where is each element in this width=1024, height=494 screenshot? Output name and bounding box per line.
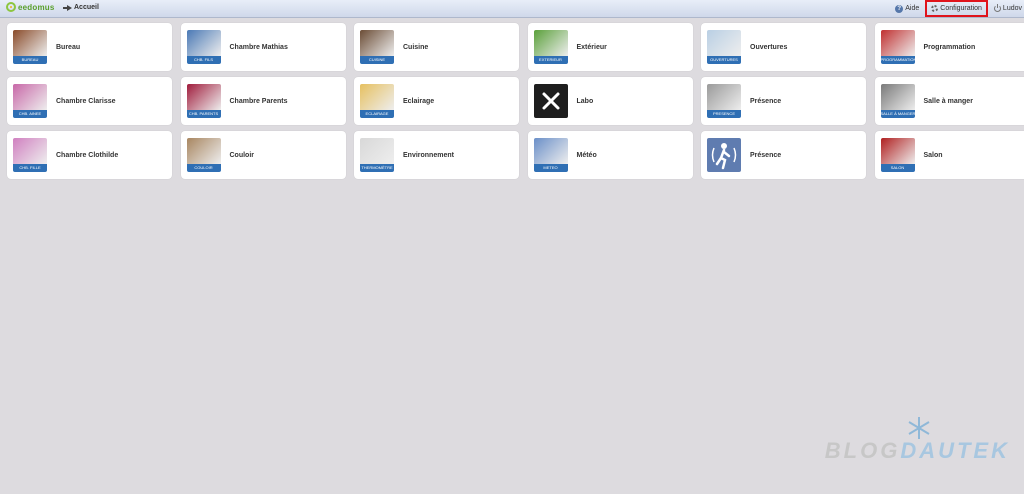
dining-icon: SALLE À MANGER: [880, 84, 915, 118]
desk-icon: BUREAU: [13, 30, 47, 64]
arrow-right-icon: [63, 4, 72, 11]
bed-icon: CHB. AINEE: [13, 84, 47, 118]
tile-icon-caption: CHB. FILS: [186, 56, 221, 64]
room-tile[interactable]: SALON Salon: [874, 131, 1024, 179]
room-tile[interactable]: ECLAIRAGE Eclairage: [354, 77, 519, 125]
room-tile-label: Salle à manger: [923, 97, 973, 105]
room-tile-label: Chambre Clothilde: [56, 151, 119, 159]
room-tile-label: Présence: [750, 97, 782, 105]
room-tile[interactable]: EXTERIEUR Extérieur: [527, 23, 693, 71]
room-tile[interactable]: PRESENCE Présence: [701, 77, 866, 125]
tile-icon-caption: PROGRAMMATION: [880, 56, 915, 64]
weather-icon: METEO: [533, 138, 568, 172]
room-tile-label: Cuisine: [403, 43, 429, 51]
tile-icon-caption: ECLAIRAGE: [360, 110, 394, 118]
room-tile[interactable]: PROGRAMMATION Programmation: [874, 23, 1024, 71]
tile-icon-caption: THERMOMÈTRE: [360, 164, 394, 172]
room-tile[interactable]: Labo: [527, 77, 693, 125]
room-tile-label: Ouvertures: [750, 43, 788, 51]
tile-icon-caption: SALON: [880, 164, 915, 172]
room-tile[interactable]: COULOIR Couloir: [180, 131, 346, 179]
help-button[interactable]: ? Aide: [893, 2, 921, 15]
room-tile-label: Chambre Mathias: [229, 43, 288, 51]
home-label: Accueil: [74, 4, 99, 11]
room-tile-label: Extérieur: [576, 43, 607, 51]
bulb-icon: ECLAIRAGE: [360, 84, 394, 118]
room-tile[interactable]: CHB. AINEE Chambre Clarisse: [7, 77, 172, 125]
room-tile-label: Présence: [750, 151, 782, 159]
help-icon: ?: [895, 4, 904, 13]
room-tiles-grid: BUREAU Bureau CHB. FILS Chambre Mathias CUIS…: [7, 23, 1024, 179]
room-tile[interactable]: Présence: [701, 131, 866, 179]
room-tile-label: Couloir: [229, 151, 255, 159]
watermark-part2: DAUTEK: [900, 438, 1010, 463]
tile-icon-caption: COULOIR: [186, 164, 221, 172]
power-icon: [993, 4, 1001, 12]
armchair-icon: SALON: [880, 138, 915, 172]
tile-icon-caption: PRESENCE: [707, 110, 741, 118]
bed-icon: CHB. FILS: [186, 30, 221, 64]
top-bar: eedomus Accueil ? Aide Configuration Lud…: [0, 0, 1024, 18]
bed-icon: CHB. FILLE: [13, 138, 47, 172]
room-tile[interactable]: METEO Météo: [527, 131, 693, 179]
room-tile[interactable]: SALLE À MANGER Salle à manger: [874, 77, 1024, 125]
tile-icon-caption: BUREAU: [13, 56, 47, 64]
room-tile[interactable]: CHB. FILLE Chambre Clothilde: [7, 131, 172, 179]
room-tile[interactable]: THERMOMÈTRE Environnement: [354, 131, 519, 179]
kitchen-icon: CUISINE: [360, 30, 394, 64]
watermark-part1: BLOG: [824, 438, 901, 463]
tile-icon-caption: CHB. PARENTS: [186, 110, 221, 118]
gear-icon: [931, 5, 939, 12]
room-tile-label: Météo: [576, 151, 597, 159]
tile-icon-caption: EXTERIEUR: [533, 56, 568, 64]
tree-icon: EXTERIEUR: [533, 30, 568, 64]
room-tile[interactable]: OUVERTURES Ouvertures: [701, 23, 866, 71]
room-tile[interactable]: CUISINE Cuisine: [354, 23, 519, 71]
home-link[interactable]: Accueil: [63, 4, 99, 11]
top-right-menu: ? Aide Configuration Ludov: [893, 0, 1024, 17]
hallway-icon: COULOIR: [186, 138, 221, 172]
room-tile-label: Chambre Clarisse: [56, 97, 116, 105]
room-tile[interactable]: CHB. FILS Chambre Mathias: [180, 23, 346, 71]
tile-icon-caption: SALLE À MANGER: [880, 110, 915, 118]
tools-icon: [533, 84, 568, 118]
eedomus-logo[interactable]: eedomus: [6, 2, 55, 12]
room-tile-label: Eclairage: [403, 97, 435, 105]
room-tile-label: Programmation: [923, 43, 976, 51]
window-icon: OUVERTURES: [707, 30, 741, 64]
motion-icon: PRESENCE: [707, 84, 741, 118]
room-tile-label: Salon: [923, 151, 943, 159]
configuration-label: Configuration: [940, 5, 982, 12]
room-tile-label: Labo: [576, 97, 594, 105]
help-label: Aide: [905, 5, 920, 12]
logo-icon: [6, 2, 16, 12]
tile-icon-caption: CHB. FILLE: [13, 164, 47, 172]
bed-icon: CHB. PARENTS: [186, 84, 221, 118]
calendar-gear-icon: PROGRAMMATION: [880, 30, 915, 64]
room-tile-label: Bureau: [56, 43, 81, 51]
logo-text: eedomus: [18, 2, 55, 12]
watermark: BLOGDAUTEK: [825, 438, 1010, 464]
user-logout-button[interactable]: Ludov: [992, 2, 1024, 15]
tile-icon-caption: METEO: [533, 164, 568, 172]
room-tile[interactable]: CHB. PARENTS Chambre Parents: [180, 77, 346, 125]
tile-icon-caption: OUVERTURES: [707, 56, 741, 64]
room-tile-label: Environnement: [403, 151, 454, 159]
person-motion-icon: [707, 138, 741, 172]
tile-icon-caption: CUISINE: [360, 56, 394, 64]
tile-icon-caption: CHB. AINEE: [13, 110, 47, 118]
gauge-icon: THERMOMÈTRE: [360, 138, 394, 172]
room-tile-label: Chambre Parents: [229, 97, 288, 105]
configuration-button[interactable]: Configuration: [925, 0, 988, 17]
user-label: Ludov: [1002, 5, 1022, 12]
room-tile[interactable]: BUREAU Bureau: [7, 23, 172, 71]
